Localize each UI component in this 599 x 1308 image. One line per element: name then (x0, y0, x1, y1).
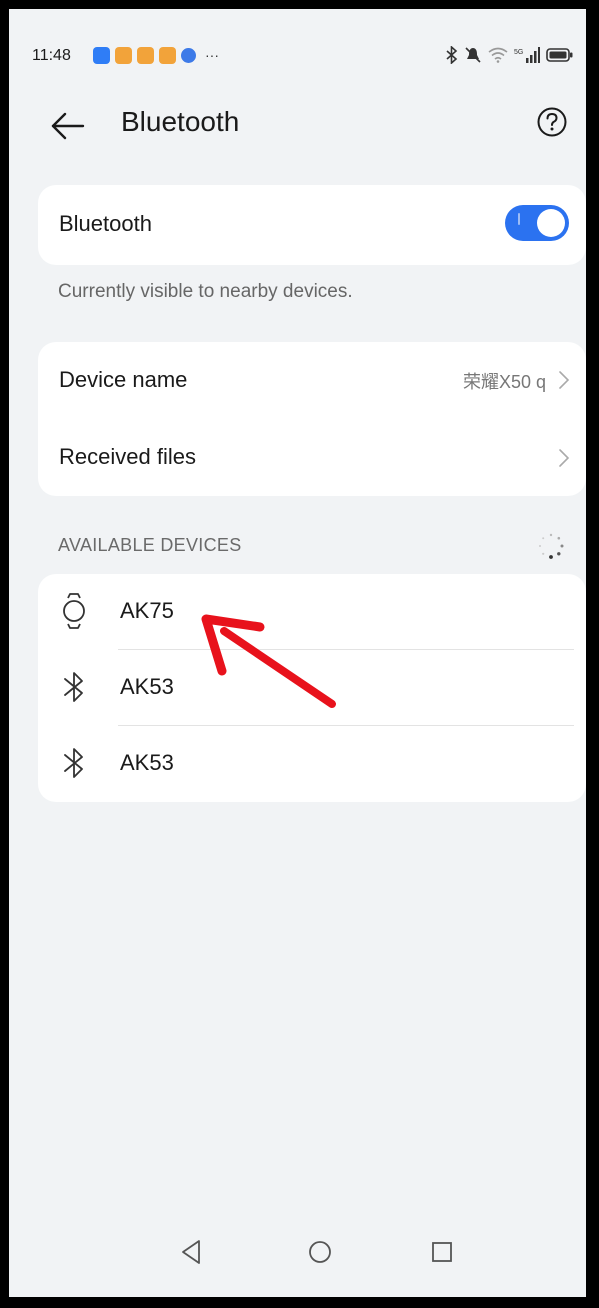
annotation-arrow-icon (201, 614, 336, 708)
battery-icon (546, 48, 573, 62)
app-notification-icon (115, 47, 132, 64)
device-row-ak53[interactable]: AK53 (38, 726, 586, 802)
visibility-note: Currently visible to nearby devices. (58, 281, 353, 302)
help-button[interactable] (536, 106, 568, 138)
toggle-on-mark (518, 213, 520, 225)
wifi-icon (488, 47, 508, 63)
notification-icons: ··· (93, 47, 219, 64)
status-time: 11:48 (32, 47, 71, 64)
mute-icon (465, 47, 481, 63)
system-status-icons: 5G (446, 46, 574, 64)
available-devices-header: AVAILABLE DEVICES (58, 535, 242, 555)
svg-text:5G: 5G (514, 49, 523, 56)
device-name-label: Device name (59, 367, 188, 392)
arrow-left-icon (51, 112, 85, 140)
device-settings-card: Device name 荣耀X50 q Received files (38, 342, 586, 496)
chevron-right-icon (559, 371, 570, 389)
loading-spinner-icon (539, 533, 564, 559)
bluetooth-icon (64, 748, 83, 778)
device-name-value: 荣耀X50 q (462, 372, 546, 392)
nav-recents-button[interactable] (427, 1237, 457, 1267)
app-notification-icon (137, 47, 154, 64)
chevron-right-icon (559, 449, 570, 467)
device-name: AK53 (120, 750, 174, 775)
nav-home-button[interactable] (305, 1237, 335, 1267)
more-notifications-indicator: ··· (205, 47, 219, 63)
nav-back-button[interactable] (177, 1237, 207, 1267)
app-notification-icon (159, 47, 176, 64)
phone-screen: 11:48 ··· 5G Bluetooth Bluetooth Current… (6, 6, 589, 1300)
device-name: AK75 (120, 598, 174, 623)
status-bar: 11:48 ··· 5G (9, 9, 586, 69)
device-name: AK53 (120, 674, 174, 699)
toggle-knob (537, 209, 565, 237)
help-circle-icon (537, 107, 567, 137)
bluetooth-toggle[interactable] (505, 205, 569, 241)
received-files-row[interactable]: Received files (38, 420, 586, 496)
bluetooth-toggle-card: Bluetooth (38, 185, 586, 265)
cellular-signal-icon: 5G (514, 47, 540, 63)
app-notification-icon (93, 47, 110, 64)
device-name-row[interactable]: Device name 荣耀X50 q (38, 342, 586, 418)
received-files-label: Received files (59, 444, 196, 469)
bluetooth-label: Bluetooth (59, 211, 152, 236)
watch-icon (63, 593, 85, 629)
back-button[interactable] (49, 109, 89, 143)
bluetooth-icon (64, 672, 83, 702)
bluetooth-status-icon (446, 46, 458, 64)
app-notification-icon (181, 48, 196, 63)
page-title: Bluetooth (121, 106, 240, 137)
